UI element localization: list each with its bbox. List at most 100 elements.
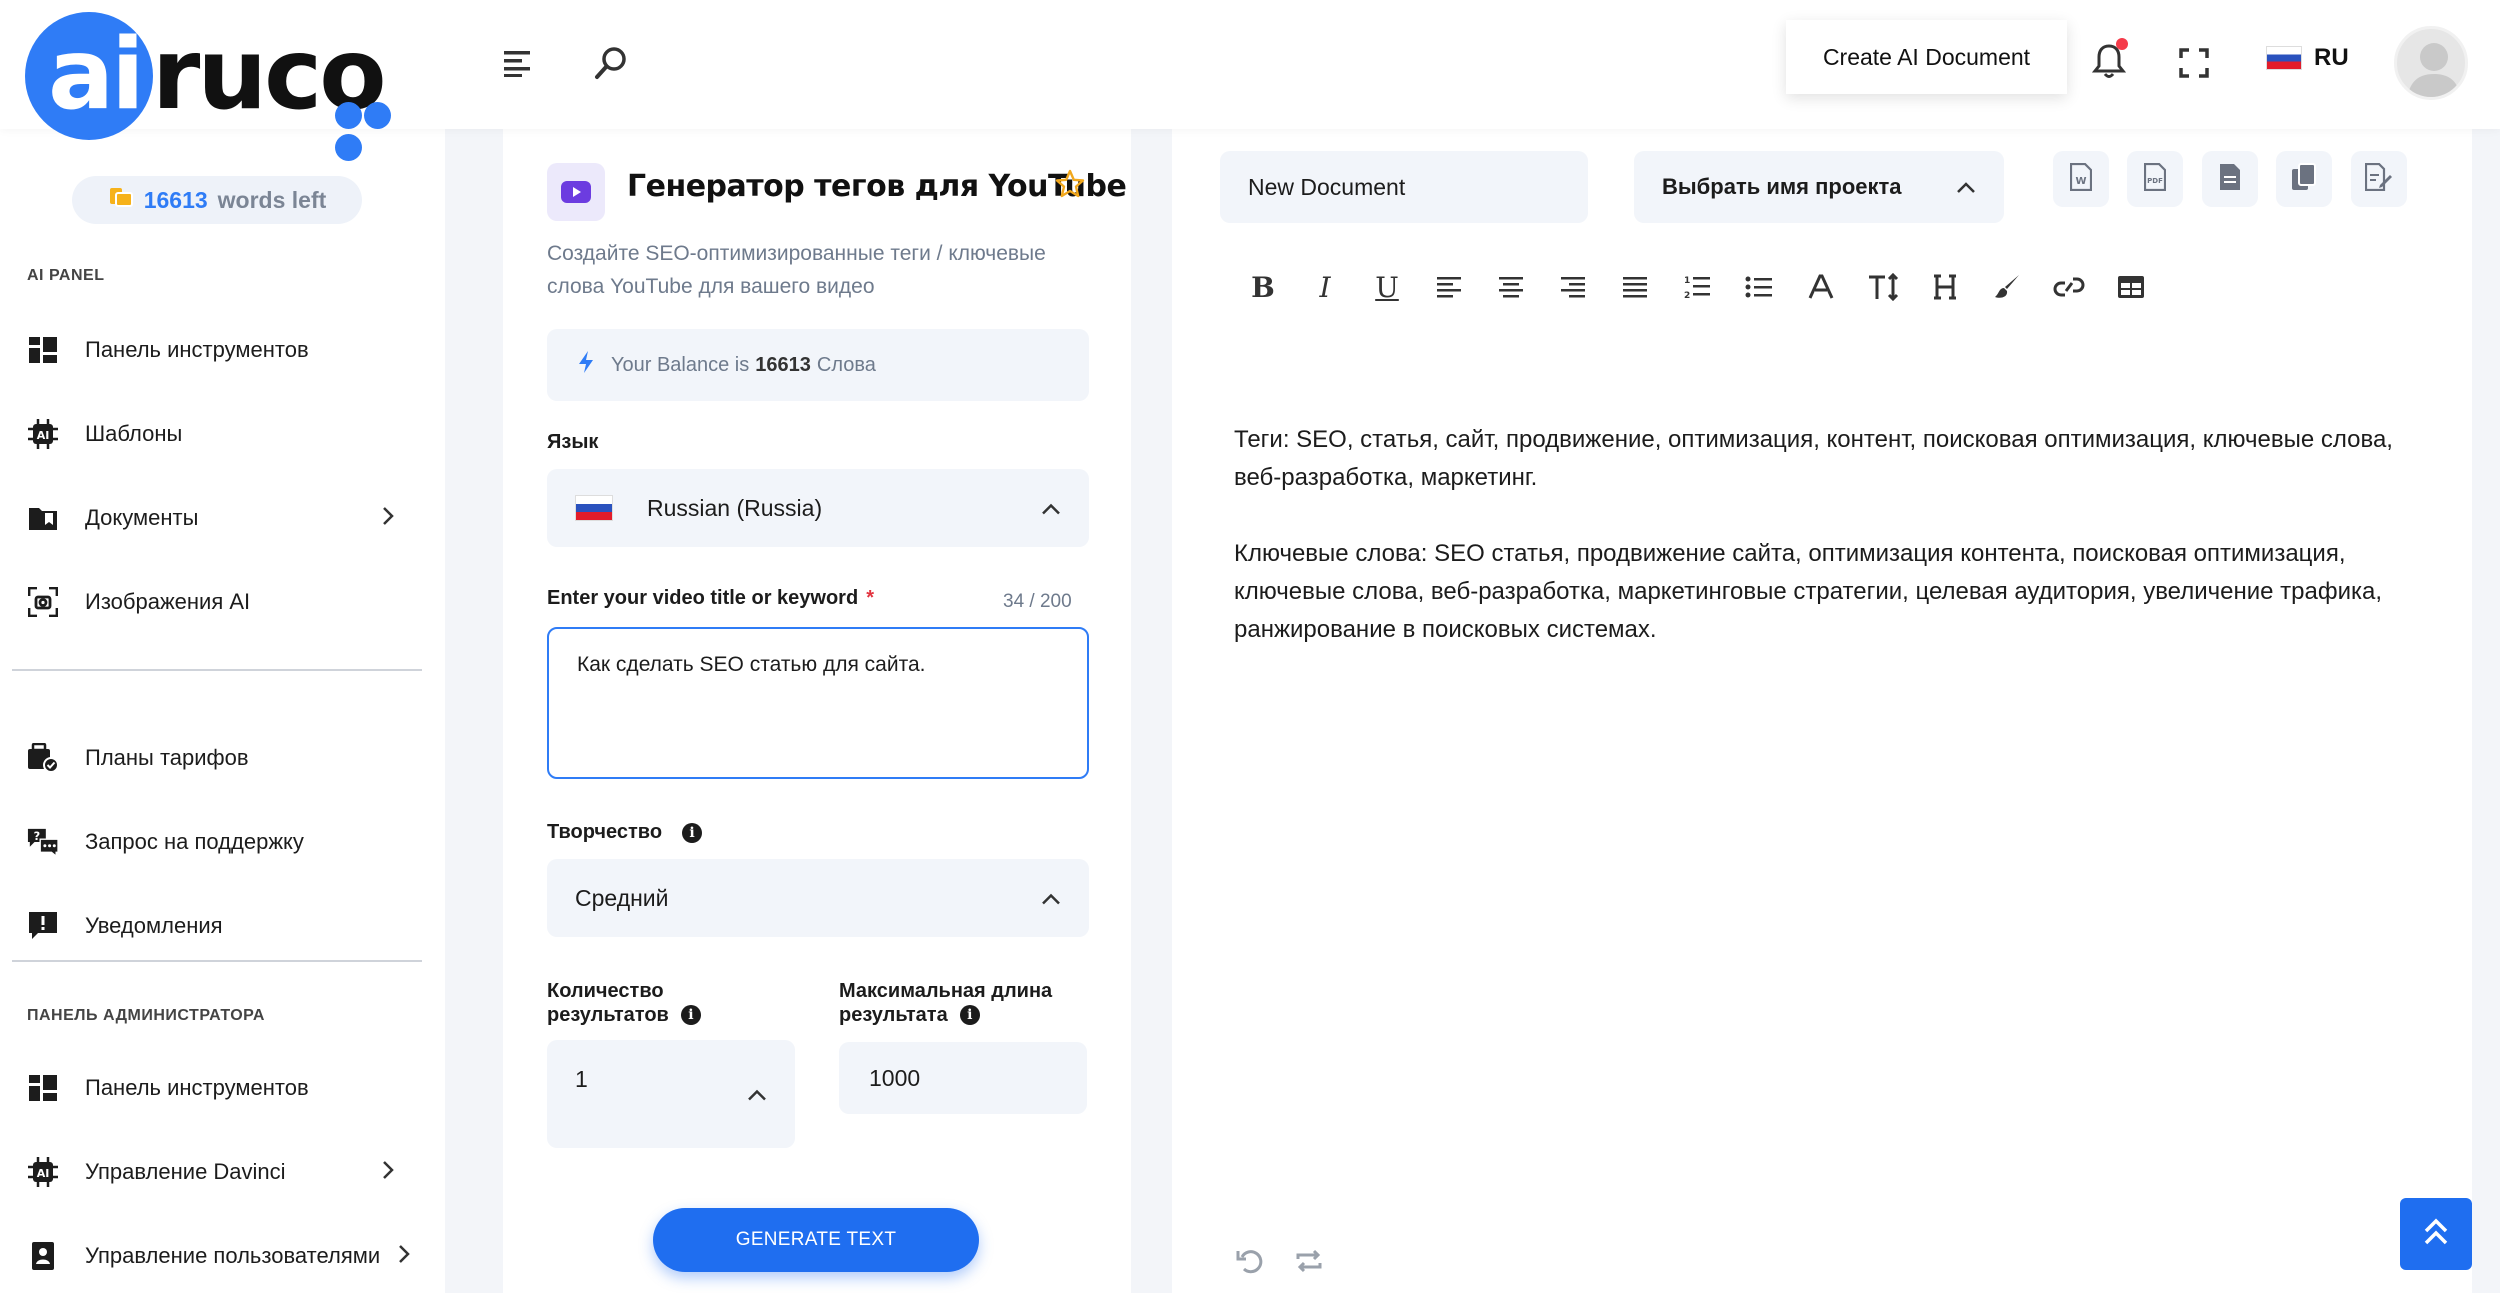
table-icon bbox=[2118, 276, 2144, 298]
copy-button[interactable] bbox=[2276, 151, 2332, 207]
creativity-value: Средний bbox=[575, 884, 669, 911]
svg-text:1: 1 bbox=[1684, 276, 1690, 286]
sidebar: 16613 words left AI PANEL Панель инструм… bbox=[0, 129, 445, 1293]
logo-ai-text: ai bbox=[48, 18, 145, 132]
export-pdf-button[interactable]: PDF bbox=[2127, 151, 2183, 207]
info-icon[interactable]: i bbox=[680, 1005, 701, 1025]
editor-card: New Document Выбрать имя проекта W PDF B… bbox=[1172, 129, 2472, 1293]
notifications-bell-icon[interactable] bbox=[2088, 38, 2130, 82]
chevron-up-icon bbox=[747, 1081, 767, 1108]
fullscreen-icon[interactable] bbox=[2173, 42, 2215, 84]
link-button[interactable] bbox=[2038, 262, 2100, 312]
results-count-value: 1 bbox=[575, 1066, 588, 1092]
logo-dots bbox=[335, 102, 415, 166]
editor-paragraph-tags: Теги: SEO, статья, сайт, продвижение, оп… bbox=[1234, 426, 2393, 491]
words-left-icon bbox=[108, 185, 134, 215]
max-length-label: Максимальная длина результата i bbox=[839, 980, 1053, 1026]
align-center-button[interactable] bbox=[1480, 262, 1542, 312]
language-switcher[interactable]: RU bbox=[2266, 44, 2349, 72]
language-value: Russian (Russia) bbox=[647, 494, 823, 521]
underline-icon: U bbox=[1375, 270, 1399, 304]
russia-flag-icon bbox=[2266, 46, 2302, 70]
balance-prefix: Your Balance is bbox=[611, 353, 750, 376]
undo-icon[interactable] bbox=[1230, 1241, 1270, 1281]
sidebar-item-dashboard[interactable]: Панель инструментов bbox=[27, 325, 407, 375]
italic-button[interactable]: I bbox=[1294, 262, 1356, 312]
results-count-select[interactable]: 1 bbox=[547, 1040, 795, 1148]
sidebar-item-plans[interactable]: Планы тарифов bbox=[27, 733, 407, 783]
sidebar-item-admin-dashboard[interactable]: Панель инструментов bbox=[27, 1063, 407, 1113]
words-left-badge: 16613 words left bbox=[72, 176, 362, 224]
keyword-label: Enter your video title or keyword * bbox=[547, 587, 874, 609]
text-file-icon bbox=[2219, 163, 2241, 196]
sidebar-item-label: Уведомления bbox=[85, 913, 223, 938]
export-txt-button[interactable] bbox=[2202, 151, 2258, 207]
ordered-list-button[interactable]: 12 bbox=[1666, 262, 1728, 312]
sidebar-item-label: Планы тарифов bbox=[85, 745, 249, 770]
sidebar-item-label: Шаблоны bbox=[85, 421, 183, 446]
sidebar-item-ai-images[interactable]: Изображения AI bbox=[27, 577, 407, 627]
font-icon bbox=[1808, 274, 1834, 299]
plans-icon bbox=[27, 742, 59, 774]
scroll-to-top-button[interactable] bbox=[2400, 1198, 2472, 1270]
users-icon bbox=[27, 1240, 59, 1272]
editor-content[interactable]: Теги: SEO, статья, сайт, продвижение, оп… bbox=[1234, 421, 2434, 687]
search-icon[interactable] bbox=[590, 42, 632, 84]
sidebar-item-templates[interactable]: AI Шаблоны bbox=[27, 409, 407, 459]
save-document-button[interactable] bbox=[2351, 151, 2407, 207]
justify-button[interactable] bbox=[1604, 262, 1666, 312]
russia-flag-icon bbox=[575, 495, 613, 521]
font-size-button[interactable] bbox=[1852, 262, 1914, 312]
user-avatar[interactable] bbox=[2394, 26, 2468, 100]
align-right-button[interactable] bbox=[1542, 262, 1604, 312]
align-left-button[interactable] bbox=[1418, 262, 1480, 312]
sidebar-item-davinci[interactable]: AI Управление Davinci bbox=[27, 1147, 407, 1197]
sidebar-item-notifications[interactable]: Уведомления bbox=[27, 901, 407, 951]
sidebar-item-label: Панель инструментов bbox=[85, 1075, 309, 1100]
double-chevron-up-icon bbox=[2421, 1217, 2451, 1252]
sidebar-item-label: Управление Davinci bbox=[85, 1159, 286, 1184]
copy-icon bbox=[2291, 162, 2317, 196]
svg-text:?: ? bbox=[34, 830, 41, 843]
chevron-right-icon bbox=[381, 505, 395, 533]
paint-brush-icon bbox=[1995, 275, 2019, 298]
sidebar-divider bbox=[12, 669, 422, 671]
words-left-count: 16613 bbox=[143, 186, 208, 213]
tool-description: Создайте SEO-оптимизированные теги / клю… bbox=[547, 242, 1046, 298]
keyword-textarea[interactable] bbox=[547, 627, 1089, 779]
redo-icon[interactable] bbox=[1289, 1241, 1329, 1281]
info-icon[interactable]: i bbox=[959, 1005, 980, 1025]
generate-text-button[interactable]: GENERATE TEXT bbox=[653, 1208, 979, 1272]
section-ai-panel: AI PANEL bbox=[27, 267, 105, 284]
language-select[interactable]: Russian (Russia) bbox=[547, 469, 1089, 547]
words-left-label: words left bbox=[217, 186, 327, 213]
creativity-select[interactable]: Средний bbox=[547, 859, 1089, 937]
sidebar-item-support[interactable]: ? Запрос на поддержку bbox=[27, 817, 407, 867]
max-length-value: 1000 bbox=[869, 1064, 921, 1091]
sidebar-item-documents[interactable]: Документы bbox=[27, 493, 407, 543]
align-left-icon bbox=[1437, 277, 1461, 298]
sidebar-item-label: Управление пользователями bbox=[85, 1243, 381, 1268]
text-height-icon bbox=[1869, 273, 1899, 301]
highlight-button[interactable] bbox=[1976, 262, 2038, 312]
project-name-label: Выбрать имя проекта bbox=[1662, 174, 1902, 199]
ai-chip-icon: AI bbox=[27, 418, 59, 450]
underline-button[interactable]: U bbox=[1356, 262, 1418, 312]
menu-toggle-icon[interactable] bbox=[497, 42, 539, 84]
export-word-button[interactable]: W bbox=[2053, 151, 2109, 207]
youtube-icon bbox=[547, 163, 605, 221]
favorite-star-icon[interactable] bbox=[1055, 169, 1085, 204]
table-button[interactable] bbox=[2100, 262, 2162, 312]
info-icon[interactable]: i bbox=[682, 822, 703, 843]
font-color-button[interactable] bbox=[1790, 262, 1852, 312]
project-name-select[interactable]: Выбрать имя проекта bbox=[1634, 151, 2004, 223]
document-name-input[interactable]: New Document bbox=[1220, 151, 1588, 223]
bold-button[interactable]: B bbox=[1232, 262, 1294, 312]
max-length-input[interactable]: 1000 bbox=[839, 1042, 1087, 1114]
bullet-list-button[interactable] bbox=[1728, 262, 1790, 312]
bolt-icon bbox=[577, 350, 595, 380]
sidebar-item-users[interactable]: Управление пользователями bbox=[27, 1231, 410, 1281]
brand-logo[interactable]: ai ruco bbox=[25, 12, 415, 161]
create-ai-document-button[interactable]: Create AI Document bbox=[1786, 20, 2067, 94]
heading-button[interactable] bbox=[1914, 262, 1976, 312]
